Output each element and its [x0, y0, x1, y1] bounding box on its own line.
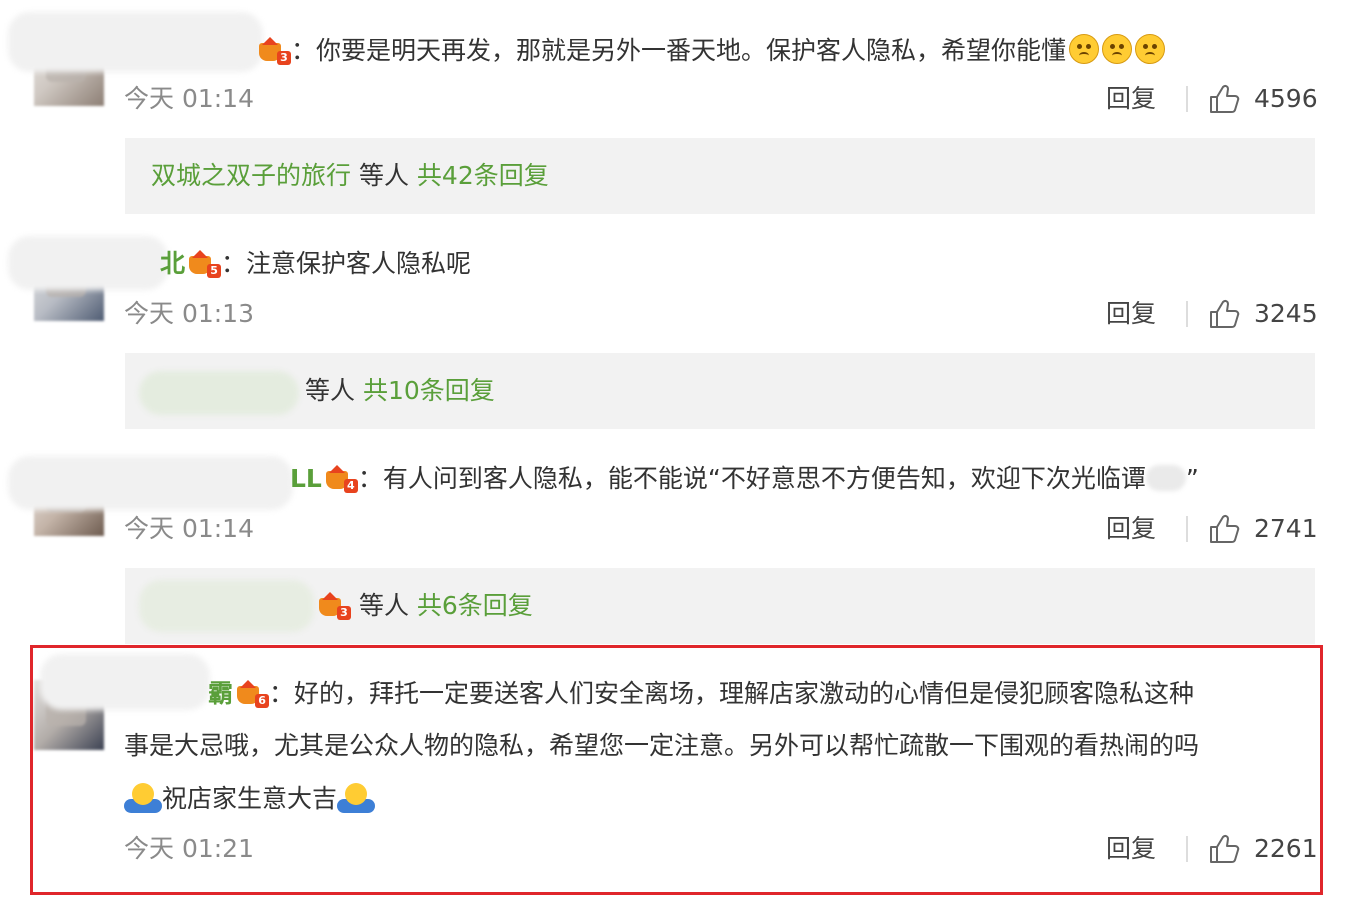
- like-count: 2741: [1254, 514, 1318, 543]
- blurred-text: [1145, 465, 1186, 491]
- upside-down-face-icon: [1102, 34, 1133, 64]
- thumbs-up-icon[interactable]: [1208, 514, 1240, 544]
- replies-summary[interactable]: 等人 共10条回复: [125, 353, 1315, 429]
- username-fragment[interactable]: LL: [290, 464, 322, 493]
- upside-down-face-icon: [1135, 34, 1166, 64]
- comment-text: 北 5 ：注意保护客人隐私呢: [160, 249, 1306, 279]
- comment-body: ：注意保护客人隐私呢: [221, 249, 472, 278]
- thumbs-up-icon[interactable]: [1208, 299, 1240, 329]
- like-count: 3245: [1254, 299, 1318, 328]
- level-crown-icon: 3: [259, 37, 291, 65]
- blurred-username: [8, 236, 168, 290]
- timestamp: 今天 01:14: [124, 84, 254, 113]
- thumbs-up-icon[interactable]: [1208, 84, 1240, 114]
- blurred-username: [139, 580, 314, 632]
- timestamp: 今天 01:14: [124, 514, 254, 543]
- reply-count-link[interactable]: 共6条回复: [417, 591, 533, 620]
- divider: [1186, 86, 1188, 112]
- upside-down-face-icon: [1069, 34, 1100, 64]
- blurred-username: [8, 12, 263, 72]
- level-crown-icon: 5: [189, 250, 222, 278]
- comment-body: ：有人问到客人隐私，能不能说“不好意思不方便告知，欢迎下次光临谭: [357, 464, 1146, 493]
- username-fragment[interactable]: 北: [160, 249, 185, 278]
- blurred-username: [139, 371, 299, 415]
- comment-body: ：你要是明天再发，那就是另外一番天地。保护客人隐私，希望你能懂: [291, 36, 1067, 65]
- reply-button[interactable]: 回复: [1106, 84, 1156, 114]
- highlight-box: [30, 645, 1323, 895]
- level-crown-icon: 3: [319, 592, 351, 620]
- reply-user[interactable]: 双城之双子的旅行: [151, 161, 351, 190]
- divider: [1186, 516, 1188, 542]
- comment-text: LL 4 ：有人问到客人隐私，能不能说“不好意思不方便告知，欢迎下次光临谭”: [290, 464, 1199, 493]
- divider: [1186, 301, 1188, 327]
- reply-button[interactable]: 回复: [1106, 299, 1156, 329]
- replies-summary[interactable]: 3 等人 共6条回复: [125, 568, 1315, 644]
- reply-button[interactable]: 回复: [1106, 514, 1156, 544]
- replies-summary[interactable]: 双城之双子的旅行 等人 共42条回复: [125, 138, 1315, 214]
- reply-count-link[interactable]: 共10条回复: [363, 376, 495, 405]
- level-crown-icon: 4: [325, 465, 358, 493]
- timestamp: 今天 01:13: [124, 299, 254, 328]
- blurred-username: [8, 456, 293, 510]
- comment-text: 3 ：你要是明天再发，那就是另外一番天地。保护客人隐私，希望你能懂: [255, 34, 1306, 66]
- reply-count-link[interactable]: 共42条回复: [417, 161, 549, 190]
- like-count: 4596: [1254, 84, 1318, 113]
